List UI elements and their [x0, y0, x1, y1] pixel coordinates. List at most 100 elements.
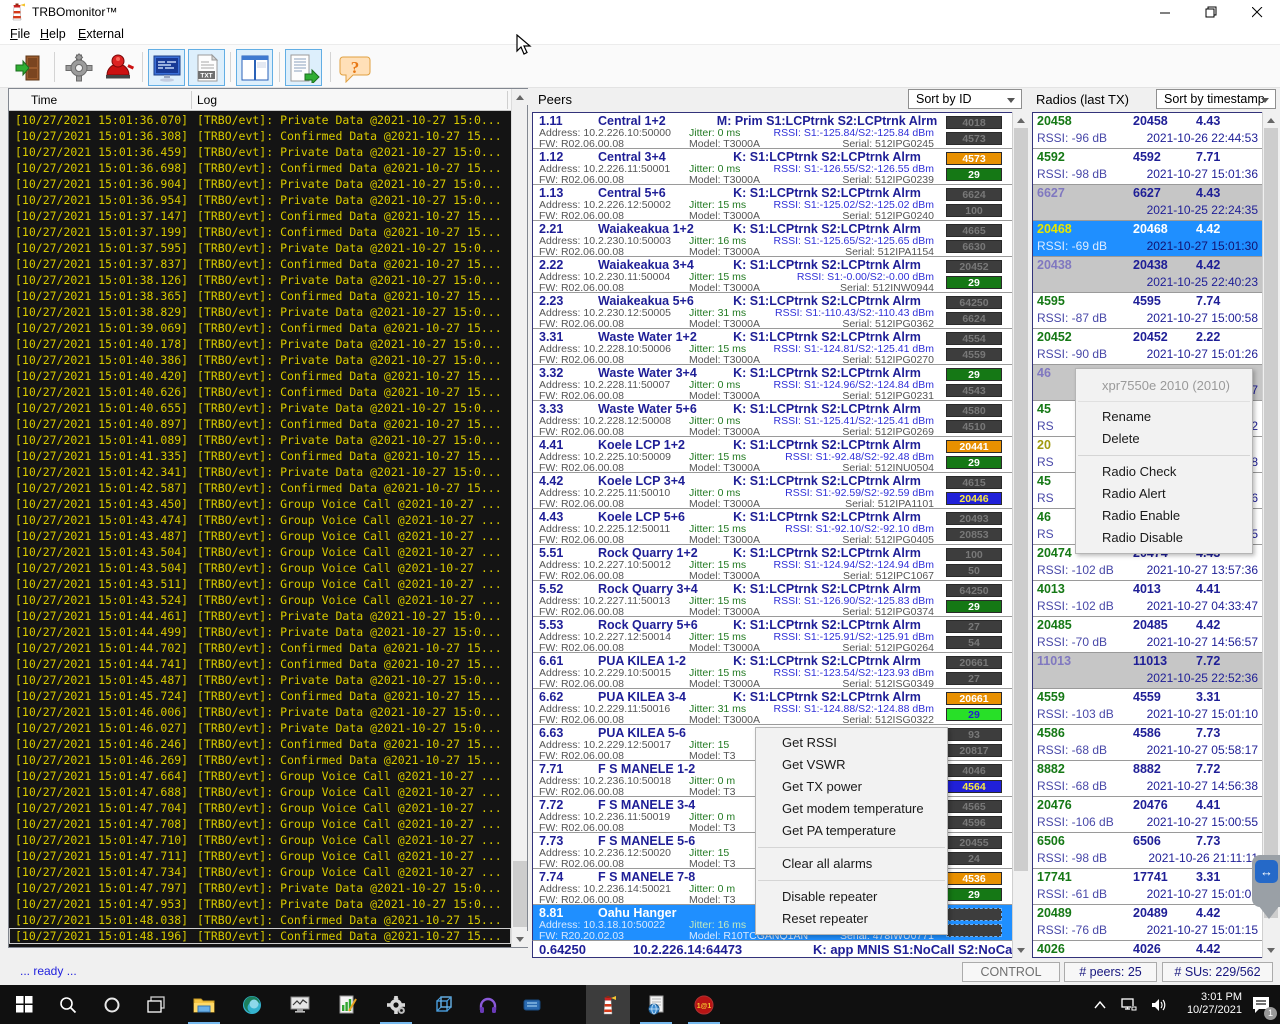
radios-sort-select[interactable]: Sort by timestamp: [1156, 89, 1276, 109]
task-view-button[interactable]: [134, 985, 178, 1024]
radio-row[interactable]: 6627 6627 4.43 2021-10-25 22:24:35: [1033, 185, 1262, 221]
scroll-up-button[interactable]: [1013, 112, 1029, 128]
menu-item[interactable]: Reset repeater: [756, 908, 947, 930]
taskbar-search[interactable]: [46, 985, 90, 1024]
alarm-button[interactable]: [100, 49, 137, 86]
menu-item[interactable]: [758, 880, 945, 881]
log-row[interactable]: [10/27/2021 15:01:45.487] [TRBO/evt]: Pr…: [9, 672, 511, 688]
radios-scrollbar[interactable]: [1262, 112, 1278, 958]
device-app-button[interactable]: [510, 985, 554, 1024]
radio-row[interactable]: 4586 4586 7.73 RSSI: -68 dB 2021-10-27 0…: [1033, 725, 1262, 761]
peer-row[interactable]: 4.41 Koele LCP 1+2 K: S1:LCPtrnk S2:LCPt…: [533, 437, 1012, 473]
radio-row[interactable]: 20485 20485 4.42 RSSI: -70 dB 2021-10-27…: [1033, 617, 1262, 653]
remote-session-handle[interactable]: ↔: [1252, 855, 1280, 925]
peer-row[interactable]: 4.42 Koele LCP 3+4 K: S1:LCPtrnk S2:LCPt…: [533, 473, 1012, 509]
log-row[interactable]: [10/27/2021 15:01:40.420] [TRBO/evt]: Co…: [9, 368, 511, 384]
exit-door-button[interactable]: [10, 49, 47, 86]
log-row[interactable]: [10/27/2021 15:01:40.178] [TRBO/evt]: Pr…: [9, 336, 511, 352]
peer-row[interactable]: 5.53 Rock Quarry 5+6 K: S1:LCPtrnk S2:LC…: [533, 617, 1012, 653]
menu-item[interactable]: Disable repeater: [756, 886, 947, 908]
log-row[interactable]: [10/27/2021 15:01:47.704] [TRBO/evt]: Gr…: [9, 800, 511, 816]
menu-item[interactable]: Radio Check: [1076, 461, 1252, 483]
log-row[interactable]: [10/27/2021 15:01:37.595] [TRBO/evt]: Pr…: [9, 240, 511, 256]
peer-row[interactable]: 2.22 Waiakeakua 3+4 K: S1:LCPtrnk S2:LCP…: [533, 257, 1012, 293]
edge-button[interactable]: [230, 985, 274, 1024]
volume-tray-button[interactable]: [1144, 985, 1174, 1024]
log-row[interactable]: [10/27/2021 15:01:43.524] [TRBO/evt]: Gr…: [9, 592, 511, 608]
export-report-toggle[interactable]: [285, 49, 322, 86]
radio-row[interactable]: 17741 17741 3.31 RSSI: -61 dB 2021-10-27…: [1033, 869, 1262, 905]
log-row[interactable]: [10/27/2021 15:01:47.688] [TRBO/evt]: Gr…: [9, 784, 511, 800]
log-row[interactable]: [10/27/2021 15:01:43.511] [TRBO/evt]: Gr…: [9, 576, 511, 592]
log-row[interactable]: [10/27/2021 15:01:43.487] [TRBO/evt]: Gr…: [9, 528, 511, 544]
menu-item[interactable]: Radio Enable: [1076, 505, 1252, 527]
monitor-log-toggle[interactable]: [148, 49, 185, 86]
split-view-toggle[interactable]: [236, 49, 273, 86]
trbomonitor-taskbar-button[interactable]: [586, 985, 630, 1024]
log-row[interactable]: [10/27/2021 15:01:43.474] [TRBO/evt]: Gr…: [9, 512, 511, 528]
menu-file[interactable]: File: [6, 26, 34, 42]
radio-row[interactable]: 20476 20476 4.41 RSSI: -106 dB 2021-10-2…: [1033, 797, 1262, 833]
restore-button[interactable]: [1188, 0, 1234, 24]
radio-row[interactable]: 4013 4013 4.41 RSSI: -102 dB 2021-10-27 …: [1033, 581, 1262, 617]
radio-row[interactable]: 6506 6506 7.73 RSSI: -98 dB 2021-10-26 2…: [1033, 833, 1262, 869]
control-box[interactable]: CONTROL: [962, 962, 1060, 982]
log-row[interactable]: [10/27/2021 15:01:47.711] [TRBO/evt]: Gr…: [9, 848, 511, 864]
log-row[interactable]: [10/27/2021 15:01:47.664] [TRBO/evt]: Gr…: [9, 768, 511, 784]
menu-item[interactable]: Get PA temperature: [756, 820, 947, 842]
radio-row[interactable]: 4026 4026 4.42: [1033, 941, 1262, 958]
log-row[interactable]: [10/27/2021 15:01:46.269] [TRBO/evt]: Co…: [9, 752, 511, 768]
settings-button[interactable]: [60, 49, 97, 86]
menu-item[interactable]: Get TX power: [756, 776, 947, 798]
log-row[interactable]: [10/27/2021 15:01:40.386] [TRBO/evt]: Pr…: [9, 352, 511, 368]
menu-item[interactable]: Get RSSI: [756, 732, 947, 754]
network-tray-button[interactable]: [1114, 985, 1144, 1024]
radio-row[interactable]: 4592 4592 7.71 RSSI: -98 dB 2021-10-27 1…: [1033, 149, 1262, 185]
column-divider[interactable]: [507, 91, 508, 109]
log-row[interactable]: [10/27/2021 15:01:46.027] [TRBO/evt]: Pr…: [9, 720, 511, 736]
log-row[interactable]: [10/27/2021 15:01:47.953] [TRBO/evt]: Pr…: [9, 896, 511, 912]
notification-center-button[interactable]: 1: [1244, 985, 1278, 1024]
peers-scrollbar[interactable]: [1012, 112, 1028, 958]
log-row[interactable]: [10/27/2021 15:01:44.741] [TRBO/evt]: Co…: [9, 656, 511, 672]
cube-app-button[interactable]: [422, 985, 466, 1024]
log-row[interactable]: [10/27/2021 15:01:38.829] [TRBO/evt]: Pr…: [9, 304, 511, 320]
doc-globe-app-button[interactable]: [634, 985, 678, 1024]
help-button[interactable]: ?: [336, 49, 373, 86]
log-row[interactable]: [10/27/2021 15:01:36.308] [TRBO/evt]: Co…: [9, 128, 511, 144]
log-row[interactable]: [10/27/2021 15:01:44.461] [TRBO/evt]: Pr…: [9, 608, 511, 624]
menu-item[interactable]: [1078, 455, 1250, 456]
log-row[interactable]: [10/27/2021 15:01:47.734] [TRBO/evt]: Gr…: [9, 864, 511, 880]
log-row[interactable]: [10/27/2021 15:01:36.070] [TRBO/evt]: Pr…: [9, 112, 511, 128]
log-col-time[interactable]: Time: [31, 93, 57, 107]
menu-item[interactable]: Rename: [1076, 406, 1252, 428]
peers-footer-row[interactable]: 0.64250 10.2.226.14:64473 K: app MNIS S1…: [532, 940, 1013, 958]
close-button[interactable]: [1234, 0, 1280, 24]
scrollbar-thumb[interactable]: [513, 861, 527, 927]
log-row[interactable]: [10/27/2021 15:01:46.246] [TRBO/evt]: Co…: [9, 736, 511, 752]
cortana-button[interactable]: [90, 985, 134, 1024]
log-row[interactable]: [10/27/2021 15:01:36.698] [TRBO/evt]: Co…: [9, 160, 511, 176]
scroll-up-button[interactable]: [512, 89, 528, 105]
log-row[interactable]: [10/27/2021 15:01:48.038] [TRBO/evt]: Co…: [9, 912, 511, 928]
scroll-up-button[interactable]: [1263, 112, 1279, 128]
start-button[interactable]: [2, 985, 46, 1024]
menu-item[interactable]: Clear all alarms: [756, 853, 947, 875]
log-row[interactable]: [10/27/2021 15:01:42.587] [TRBO/evt]: Co…: [9, 480, 511, 496]
log-row[interactable]: [10/27/2021 15:01:37.837] [TRBO/evt]: Co…: [9, 256, 511, 272]
settings-button-taskbar[interactable]: [374, 985, 418, 1024]
radio-row[interactable]: 20438 20438 4.42 2021-10-25 22:40:23: [1033, 257, 1262, 293]
menu-item[interactable]: Get modem temperature: [756, 798, 947, 820]
menu-item[interactable]: Radio Disable: [1076, 527, 1252, 549]
peer-row[interactable]: 1.13 Central 5+6 K: S1:LCPtrnk S2:LCPtrn…: [533, 185, 1012, 221]
scrollbar-thumb[interactable]: [1014, 128, 1028, 871]
menu-item[interactable]: Get VSWR: [756, 754, 947, 776]
log-row[interactable]: [10/27/2021 15:01:47.710] [TRBO/evt]: Gr…: [9, 832, 511, 848]
radio-row[interactable]: 20452 20452 2.22 RSSI: -90 dB 2021-10-27…: [1033, 329, 1262, 365]
txt-log-toggle[interactable]: TXT: [188, 49, 225, 86]
log-row[interactable]: [10/27/2021 15:01:44.702] [TRBO/evt]: Co…: [9, 640, 511, 656]
minimize-button[interactable]: [1142, 0, 1188, 24]
log-row[interactable]: [10/27/2021 15:01:48.196] [TRBO/evt]: Co…: [9, 928, 511, 944]
log-row[interactable]: [10/27/2021 15:01:45.724] [TRBO/evt]: Co…: [9, 688, 511, 704]
tray-chevron-button[interactable]: [1086, 985, 1114, 1024]
